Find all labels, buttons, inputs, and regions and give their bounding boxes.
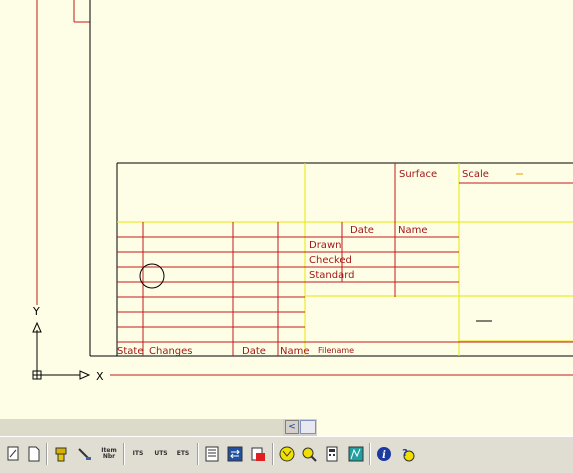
help-icon[interactable]: ? <box>397 444 417 464</box>
toolbar-separator <box>272 443 274 465</box>
flag-icon[interactable] <box>248 444 268 464</box>
drawing-canvas[interactable]: Surface Scale Date Name Drawn Checked St… <box>0 0 573 420</box>
filter-icon[interactable] <box>277 444 297 464</box>
swap-icon[interactable] <box>225 444 245 464</box>
edit-icon[interactable] <box>3 444 23 464</box>
changes-label: Changes <box>149 346 193 357</box>
calculator-icon[interactable] <box>322 444 342 464</box>
scale-label: Scale <box>462 169 489 180</box>
wrench-icon[interactable] <box>74 444 94 464</box>
new-sheet-icon[interactable] <box>24 444 44 464</box>
cad-drawing[interactable]: Surface Scale Date Name Drawn Checked St… <box>0 0 573 420</box>
chart-icon[interactable] <box>346 444 366 464</box>
magnify-icon[interactable] <box>299 444 319 464</box>
block-icon[interactable] <box>51 444 71 464</box>
svg-text:?: ? <box>402 448 408 459</box>
uts-icon[interactable]: UTS <box>151 444 171 464</box>
name-header: Name <box>398 225 428 236</box>
its-icon[interactable]: ITS <box>128 444 148 464</box>
drawn-label: Drawn <box>309 240 341 251</box>
date-label: Date <box>242 346 266 357</box>
scrollbar-track[interactable] <box>0 419 283 436</box>
name-label: Name <box>280 346 310 357</box>
drawing-canvas-strip <box>317 419 573 436</box>
toolbar-separator <box>123 443 125 465</box>
info-icon[interactable]: i <box>374 444 394 464</box>
surface-label: Surface <box>399 169 437 180</box>
filename-label: Filename <box>318 346 354 355</box>
scroll-thumb[interactable] <box>300 420 316 434</box>
ucs-y-label: Y <box>32 305 40 318</box>
toolbar-separator <box>197 443 199 465</box>
ucs-x-arrow-icon <box>79 370 91 380</box>
horizontal-scrollbar[interactable]: < <box>0 419 573 436</box>
checked-label: Checked <box>309 255 352 266</box>
svg-text:i: i <box>382 450 386 461</box>
list-icon[interactable] <box>202 444 222 464</box>
standard-label: Standard <box>309 270 355 281</box>
state-label: State <box>117 346 143 357</box>
ets-icon[interactable]: ETS <box>173 444 193 464</box>
circle-shape <box>139 263 165 289</box>
date-header: Date <box>350 225 374 236</box>
toolbar-separator <box>46 443 48 465</box>
scroll-left-button[interactable]: < <box>285 420 299 434</box>
item-number-icon[interactable]: Item Nbr <box>98 444 120 464</box>
bottom-toolbar: Item Nbr ITS UTS ETS i ? <box>0 436 573 473</box>
toolbar-separator <box>369 443 371 465</box>
ucs-x-label: X <box>96 370 104 383</box>
